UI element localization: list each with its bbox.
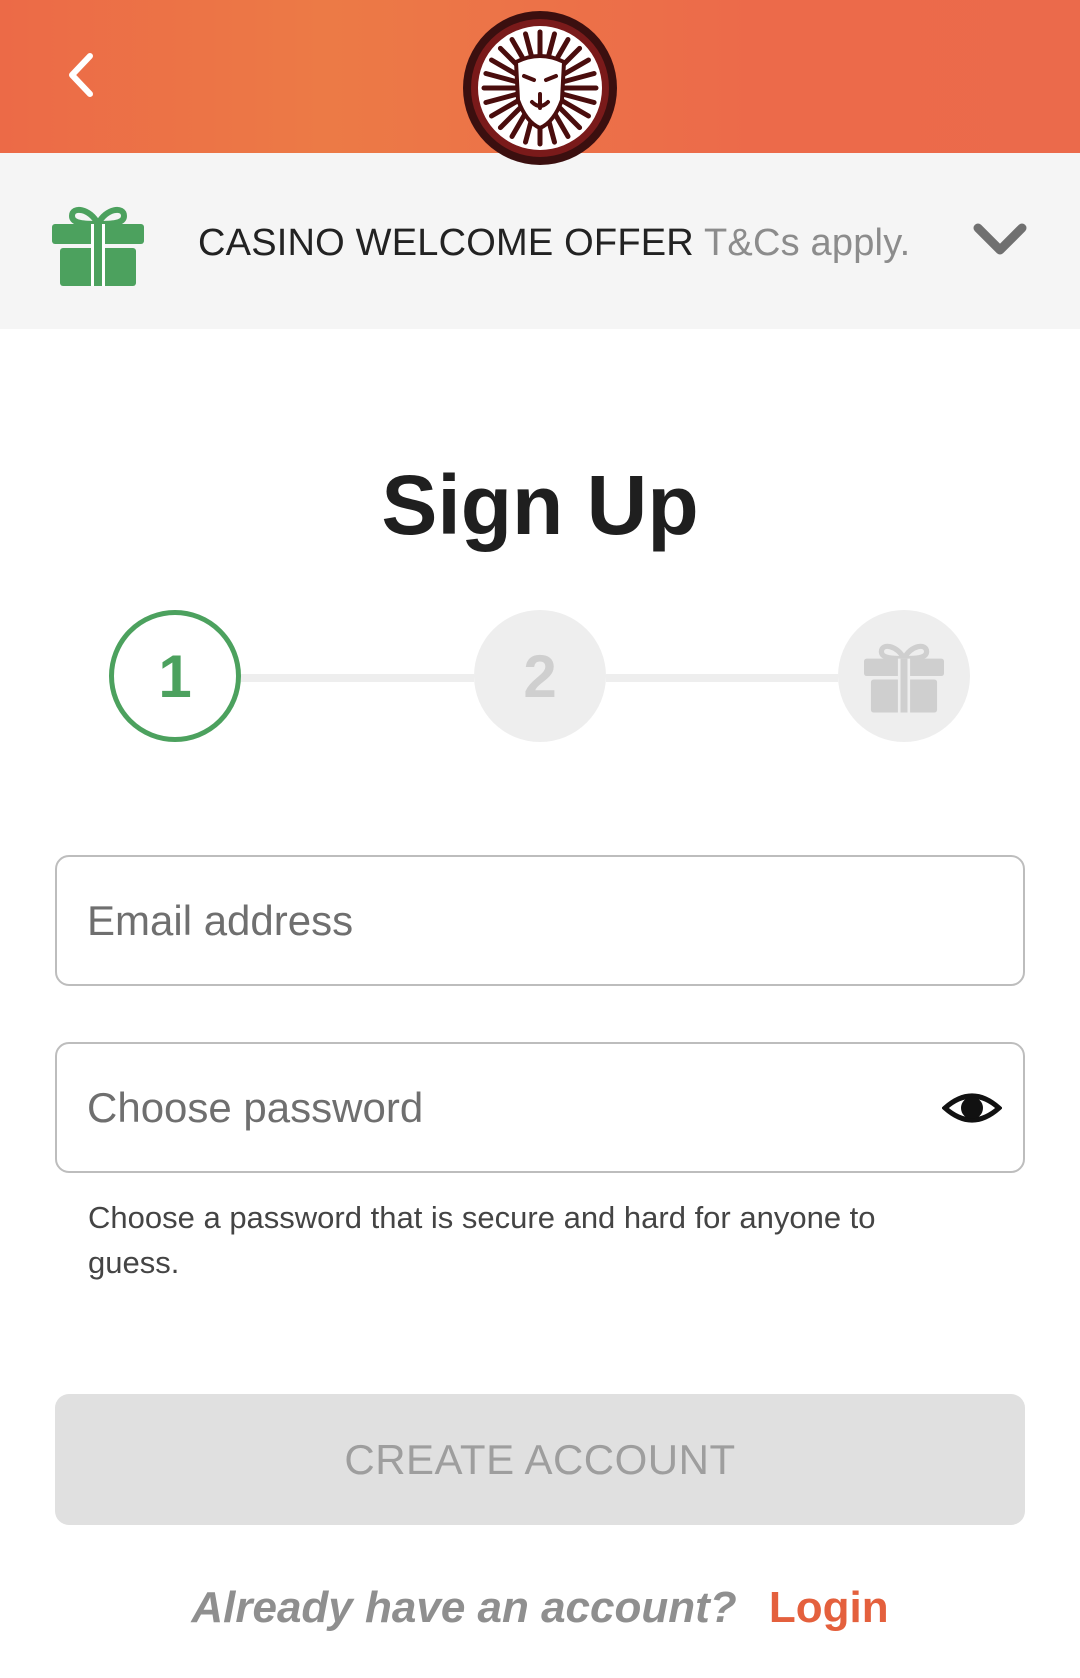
password-hint: Choose a password that is secure and har…: [88, 1200, 876, 1280]
step-connector: [241, 674, 474, 682]
page-title: Sign Up: [381, 458, 699, 552]
login-prompt: Already have an account? Login: [0, 1578, 1080, 1638]
welcome-offer-title: CASINO WELCOME OFFER: [198, 222, 694, 264]
gift-icon: [52, 206, 144, 286]
eye-icon[interactable]: [942, 1084, 1002, 1132]
back-button[interactable]: [50, 40, 110, 110]
email-input[interactable]: [87, 857, 947, 984]
password-field[interactable]: [55, 1042, 1025, 1173]
signup-stepper: 1 2: [0, 610, 1080, 745]
welcome-offer-text: CASINO WELCOME OFFER T&Cs apply.: [198, 219, 910, 267]
welcome-offer-banner[interactable]: CASINO WELCOME OFFER T&Cs apply.: [0, 153, 1080, 329]
login-link[interactable]: Login: [769, 1583, 889, 1632]
create-account-button[interactable]: CREATE ACCOUNT: [55, 1394, 1025, 1525]
lion-logo-icon[interactable]: [462, 10, 618, 166]
step-1-indicator: 1: [109, 610, 241, 742]
login-question: Already have an account?: [191, 1583, 737, 1632]
step-2-indicator: 2: [474, 610, 606, 742]
step-connector: [606, 674, 838, 682]
password-input[interactable]: [87, 1044, 947, 1171]
terms-note: T&Cs apply.: [704, 222, 911, 264]
chevron-down-icon[interactable]: [972, 220, 1028, 260]
gift-icon: [864, 643, 944, 713]
chevron-left-icon: [69, 53, 93, 97]
step-3-indicator: [838, 610, 970, 742]
email-field[interactable]: [55, 855, 1025, 986]
